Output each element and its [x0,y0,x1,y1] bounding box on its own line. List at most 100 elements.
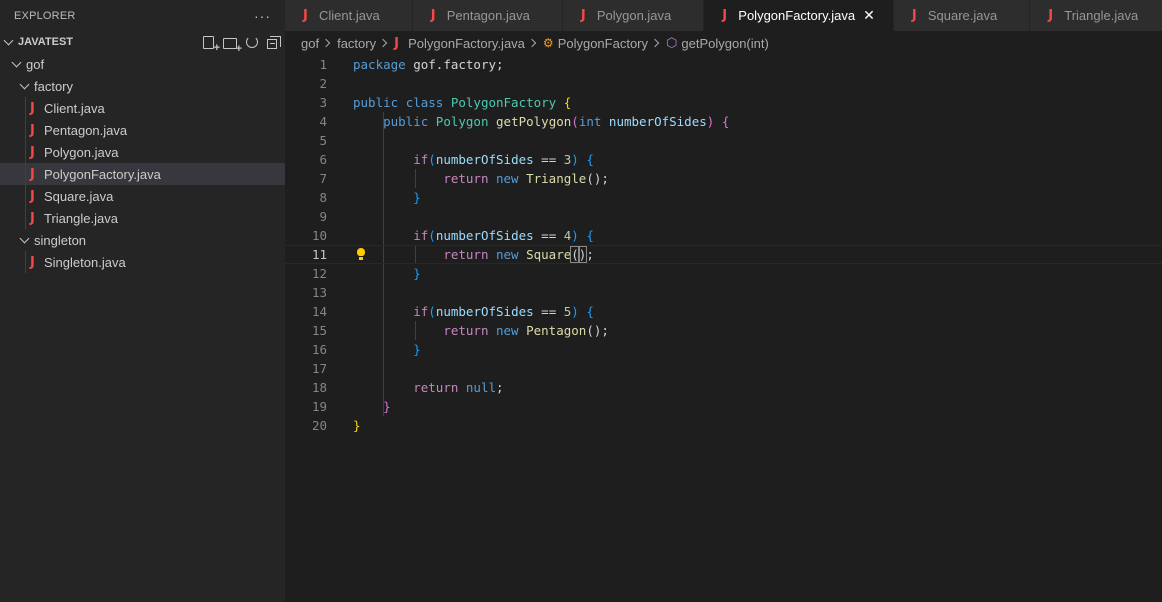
line-number: 10 [311,228,327,243]
line-number: 19 [311,399,327,414]
code-line[interactable]: 9 [285,207,1162,226]
java-file-icon: J [722,8,728,23]
line-number: 15 [311,323,327,338]
chevron-down-icon [18,79,32,93]
line-number: 5 [319,133,327,148]
project-header[interactable]: JAVATEST [0,31,285,55]
java-file-icon: J [303,8,308,23]
indent-guide [383,131,384,150]
java-file-icon: J [30,210,35,226]
tree-file[interactable]: J Triangle.java [0,207,285,229]
close-icon[interactable]: ✕ [863,8,875,24]
tab-pentagon[interactable]: J Pentagon.java [412,0,563,31]
breadcrumb-label: PolygonFactory.java [408,35,525,51]
code-text: return new Triangle(); [443,171,609,186]
code-line[interactable]: 15 return new Pentagon(); [285,321,1162,340]
breadcrumb: gof factory J PolygonFactory.java ⚙ PolygonFa… [285,31,1162,55]
new-file-icon[interactable] [203,35,220,54]
code-line[interactable]: 11 return new Square(); [285,245,1162,264]
line-number: 1 [319,57,327,72]
tree-folder[interactable]: gof [0,53,285,75]
code-line[interactable]: 17 [285,359,1162,378]
class-icon: ⚙ [542,36,554,50]
indent-guide [25,163,26,185]
refresh-icon[interactable] [246,35,258,48]
code-line[interactable]: 12 } [285,264,1162,283]
tab-label: PolygonFactory.java [738,8,856,23]
editor-tabs: J Client.java J Pentagon.java J Polygon.java J… [285,0,1162,31]
tree-file[interactable]: J Square.java [0,185,285,207]
explorer-sidebar: EXPLORER ··· JAVATEST gof factory J Client.… [0,0,285,602]
tree-file[interactable]: J Polygon.java [0,141,285,163]
tree-file[interactable]: J Singleton.java [0,251,285,273]
code-text: public class PolygonFactory { [353,95,572,110]
code-text: } [353,418,361,433]
new-folder-icon[interactable] [223,37,242,55]
code-text: if(numberOfSides == 3) { [413,152,594,167]
code-line[interactable]: 7 return new Triangle(); [285,169,1162,188]
line-number: 14 [311,304,327,319]
java-file-icon: J [580,8,586,23]
tree-item-label: Client.java [44,100,105,116]
code-line[interactable]: 8 } [285,188,1162,207]
code-line[interactable]: 16 } [285,340,1162,359]
code-text: public Polygon getPolygon(int numberOfSi… [383,114,730,129]
code-text: } [383,399,391,414]
breadcrumb-item[interactable]: factory [337,36,376,51]
breadcrumb-label: getPolygon(int) [681,35,769,51]
breadcrumb-item[interactable]: gof [301,36,319,51]
code-editor[interactable]: 1 package gof.factory; 2 3 public class Poly… [285,55,1162,602]
chevron-right-icon [651,37,663,49]
indent-guide [383,283,384,302]
explorer-header: EXPLORER ··· [0,0,285,31]
tree-file[interactable]: J PolygonFactory.java [0,163,285,185]
tree-folder[interactable]: singleton [0,229,285,251]
code-text: return new Pentagon(); [443,323,609,338]
project-name: JAVATEST [18,36,74,48]
code-line[interactable]: 19 } [285,397,1162,416]
code-line[interactable]: 13 [285,283,1162,302]
tree-item-label: PolygonFactory.java [44,166,161,182]
line-number: 17 [311,361,327,376]
code-text: } [413,266,421,281]
more-actions-icon[interactable]: ··· [254,8,271,24]
line-number: 8 [319,190,327,205]
collapse-all-icon[interactable] [267,35,281,49]
code-line[interactable]: 2 [285,74,1162,93]
tab-polygon[interactable]: J Polygon.java [562,0,705,31]
chevron-right-icon [322,37,334,49]
tree-item-label: Polygon.java [44,144,119,160]
breadcrumb-item[interactable]: ⬡ getPolygon(int) [666,36,769,51]
code-line[interactable]: 20} [285,416,1162,435]
tab-polygonfactory[interactable]: J PolygonFactory.java ✕ [704,0,894,31]
tree-item-label: Pentagon.java [44,122,128,138]
java-file-icon: J [30,122,35,138]
code-line[interactable]: 18 return null; [285,378,1162,397]
code-line[interactable]: 14 if(numberOfSides == 5) { [285,302,1162,321]
line-number: 13 [311,285,327,300]
tab-label: Square.java [927,8,998,23]
code-line[interactable]: 4 public Polygon getPolygon(int numberOf… [285,112,1162,131]
indent-guide [383,359,384,378]
tab-square[interactable]: J Square.java [893,0,1031,31]
breadcrumb-label: factory [337,35,377,51]
code-line[interactable]: 10 if(numberOfSides == 4) { [285,226,1162,245]
code-line[interactable]: 3 public class PolygonFactory { [285,93,1162,112]
chevron-right-icon [528,37,540,49]
line-number: 3 [319,95,327,110]
java-file-icon: J [911,8,917,23]
code-line[interactable]: 6 if(numberOfSides == 3) { [285,150,1162,169]
tab-client[interactable]: J Client.java [285,0,413,31]
breadcrumb-item[interactable]: ⚙ PolygonFactory [543,36,648,51]
code-text: } [413,342,421,357]
tab-triangle[interactable]: J Triangle.java [1030,0,1162,31]
tab-label: Client.java [319,8,380,23]
java-file-icon: J [1048,8,1054,23]
tree-file[interactable]: J Client.java [0,97,285,119]
code-line[interactable]: 1 package gof.factory; [285,55,1162,74]
breadcrumb-item[interactable]: J PolygonFactory.java [394,36,525,51]
tree-folder[interactable]: factory [0,75,285,97]
code-line[interactable]: 5 [285,131,1162,150]
tree-file[interactable]: J Pentagon.java [0,119,285,141]
project-actions [203,35,285,55]
